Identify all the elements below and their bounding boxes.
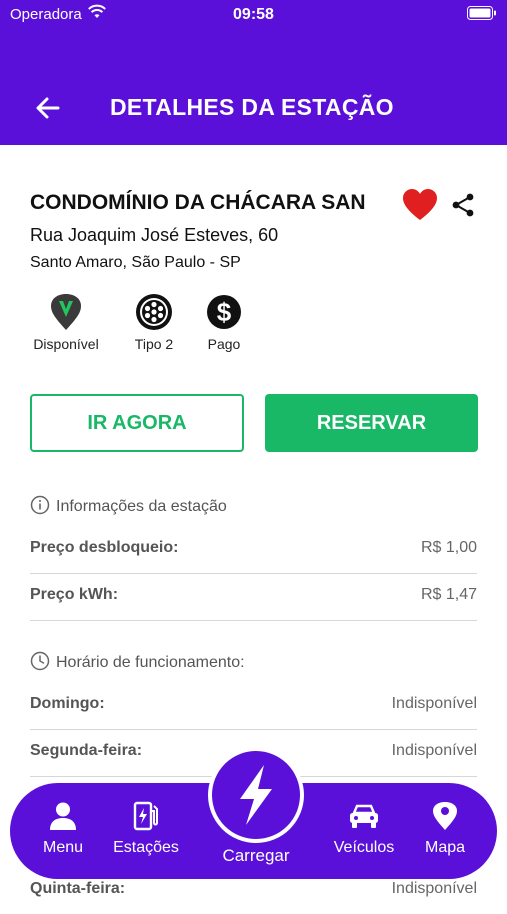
battery-icon <box>467 6 496 20</box>
hours-row-value: Indisponível <box>391 880 477 897</box>
share-icon[interactable] <box>450 192 476 218</box>
back-arrow-icon[interactable] <box>30 90 66 126</box>
hours-row-value: Indisponível <box>391 695 477 712</box>
feature-connector: Tipo 2 <box>127 293 181 352</box>
car-icon <box>350 804 378 828</box>
station-address: Rua Joaquim José Esteves, 60 <box>30 225 279 245</box>
charge-button[interactable] <box>208 747 304 843</box>
feature-paid-label: Pago <box>207 336 241 352</box>
dollar-icon: $ <box>207 295 241 329</box>
nav-map[interactable]: Mapa <box>420 801 470 857</box>
status-bar: Operadora 09:58 <box>0 0 507 30</box>
hours-row-value: Indisponível <box>391 742 477 759</box>
feature-available: Disponível <box>30 293 102 352</box>
nav-charge-label: Carregar <box>222 846 290 865</box>
reserve-button[interactable]: RESERVAR <box>265 394 478 452</box>
clock: 09:58 <box>233 6 274 23</box>
map-pin-icon <box>433 802 457 830</box>
feature-connector-label: Tipo 2 <box>134 336 174 352</box>
info-row-label: Preço kWh: <box>30 586 119 603</box>
info-section-header: Informações da estação <box>30 495 227 516</box>
nav-stations-label: Estações <box>113 839 179 856</box>
nav-vehicles[interactable]: Veículos <box>328 801 400 857</box>
station-name: CONDOMÍNIO DA CHÁCARA SAN <box>30 191 366 214</box>
svg-text:$: $ <box>217 297 232 327</box>
nav-menu-label: Menu <box>42 839 84 856</box>
hours-section-header: Horário de funcionamento: <box>30 651 245 672</box>
nav-map-label: Mapa <box>424 839 466 856</box>
charging-station-icon <box>133 801 158 831</box>
info-icon <box>30 495 50 515</box>
info-row-value: R$ 1,00 <box>420 539 477 556</box>
clock-icon <box>30 651 50 671</box>
info-row: Preço kWh: R$ 1,47 <box>30 574 477 621</box>
station-city: Santo Amaro, São Paulo - SP <box>30 254 241 271</box>
type2-connector-icon <box>136 294 172 330</box>
app-header: Operadora 09:58 DETALHES DA ESTAÇÃO <box>0 0 507 145</box>
feature-paid: $ Pago <box>204 293 244 352</box>
favorite-heart-icon[interactable] <box>402 188 438 222</box>
hours-row-label: Quinta-feira: <box>30 880 126 897</box>
info-row-value: R$ 1,47 <box>420 586 477 603</box>
page-title: DETALHES DA ESTAÇÃO <box>110 94 394 120</box>
nav-vehicles-label: Veículos <box>333 839 395 856</box>
feature-available-label: Disponível <box>33 336 99 352</box>
info-row: Preço desbloqueio: R$ 1,00 <box>30 527 477 574</box>
info-row-label: Preço desbloqueio: <box>30 539 179 556</box>
nav-stations[interactable]: Estações <box>108 801 184 857</box>
nav-menu[interactable]: Menu <box>38 801 88 857</box>
hours-row-label: Segunda-feira: <box>30 742 143 759</box>
available-pin-icon <box>51 294 81 330</box>
go-now-button[interactable]: IR AGORA <box>30 394 244 452</box>
lightning-bolt-icon <box>240 765 272 825</box>
info-section-title: Informações da estação <box>56 498 227 515</box>
hours-row: Domingo: Indisponível <box>30 683 477 730</box>
hours-section-title: Horário de funcionamento: <box>56 654 245 671</box>
person-icon <box>50 802 76 830</box>
hours-row-label: Domingo: <box>30 695 105 712</box>
